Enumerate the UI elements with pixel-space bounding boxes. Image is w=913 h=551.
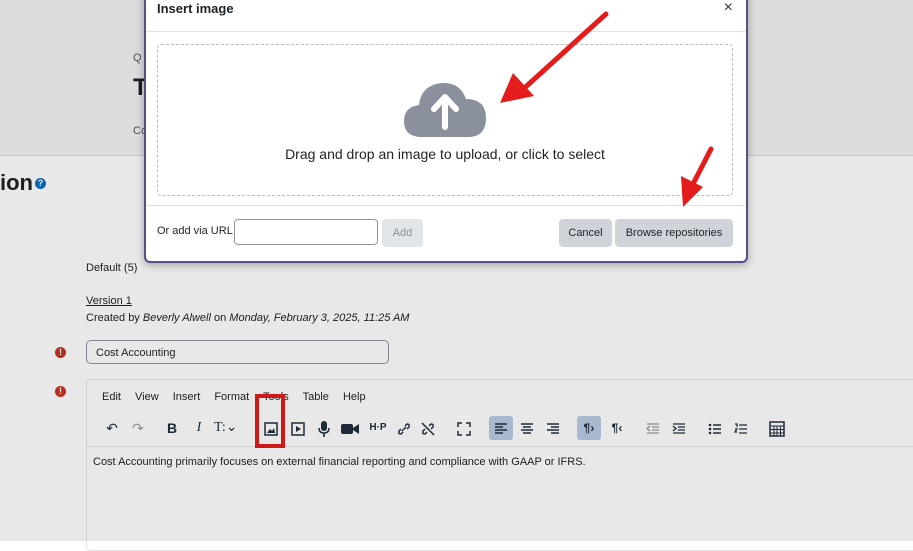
- arrow-to-browse-button: [681, 146, 714, 207]
- annotation-arrows: [500, 11, 714, 207]
- arrow-to-upload-icon: [500, 11, 609, 103]
